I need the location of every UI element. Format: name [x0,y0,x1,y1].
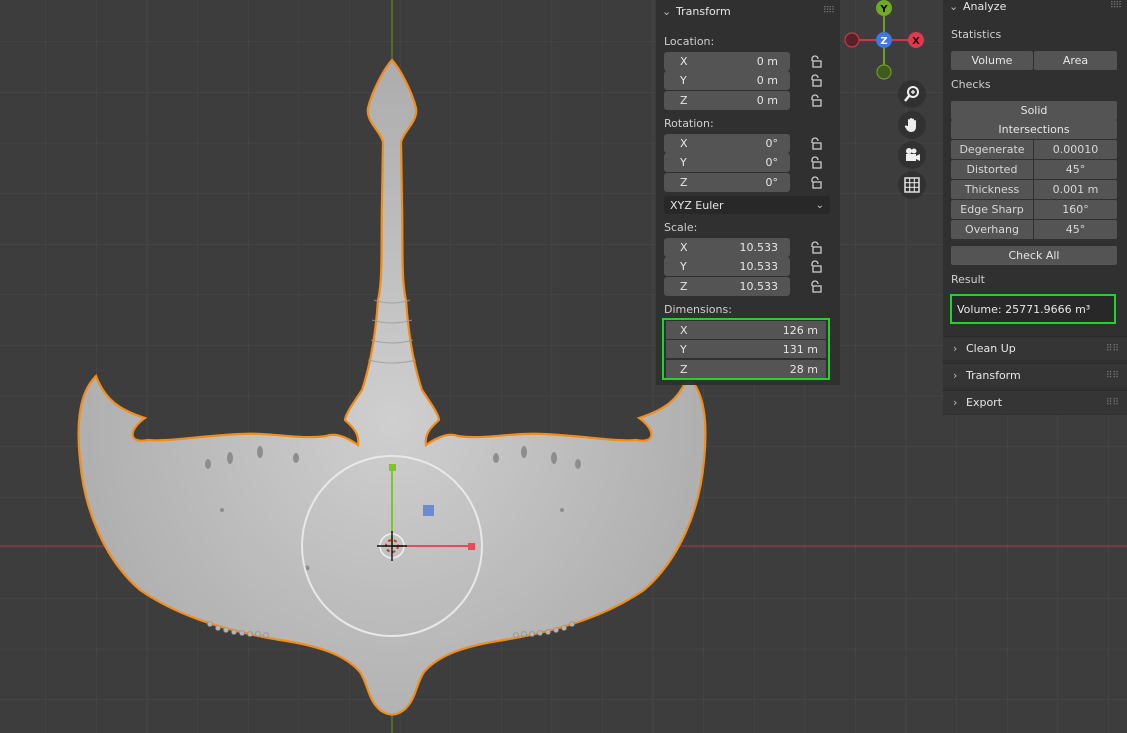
location-z-field[interactable]: Z0 m [664,91,790,110]
analyze-panel-title: Analyze [963,0,1007,13]
check-degenerate-row[interactable]: Degenerate 0.00010 [951,140,1117,159]
zoom-icon[interactable] [898,80,926,108]
rotation-mode-value: XYZ Euler [670,198,724,212]
gizmo-y-label: Y [879,4,888,15]
rotation-mode-dropdown[interactable]: XYZ Euler ⌄ [664,196,830,214]
analyze-panel: ⌄ Analyze ⠿⠿ Statistics Volume Area Chec… [943,0,1127,415]
area-button[interactable]: Area [1034,51,1117,70]
result-volume: Volume: 25771.9666 m³ [950,294,1116,324]
result-label: Result [951,273,985,286]
drag-grip-icon[interactable]: ⠿⠿ [823,6,835,16]
analyze-panel-header[interactable]: ⌄ Analyze ⠿⠿ [943,0,1127,13]
scale-label: Scale: [664,221,698,234]
subpanel-export[interactable]: › Export ⠿⠿ [943,390,1127,414]
drag-grip-icon[interactable]: ⠿⠿ [1110,1,1122,11]
rotation-y-field[interactable]: Y 0° [664,153,790,172]
pan-hand-icon[interactable] [898,111,926,139]
grid-icon[interactable] [898,171,926,199]
lock-icon[interactable] [808,55,822,68]
subpanel-transform[interactable]: › Transform ⠿⠿ [943,363,1127,387]
scale-x-field[interactable]: X 10.533 [664,238,790,257]
subpanel-clean-up[interactable]: › Clean Up ⠿⠿ [943,336,1127,360]
scale-y-field[interactable]: Y 10.533 [664,257,790,276]
drag-grip-icon[interactable]: ⠿⠿ [1106,398,1119,408]
dimensions-highlight: X 126 m Y 131 m Z 28 m [662,318,830,380]
chevron-down-icon: ⌄ [949,0,959,13]
drag-grip-icon[interactable]: ⠿⠿ [1106,371,1119,381]
dimension-x-field[interactable]: X 126 m [666,321,826,339]
chevron-right-icon: › [953,396,958,409]
location-label: Location: [664,35,715,48]
chevron-down-icon: ⌄ [662,4,672,18]
location-y-field[interactable]: Y0 m [664,71,790,90]
lock-icon[interactable] [808,176,822,189]
solid-button[interactable]: Solid [951,101,1117,120]
lock-icon[interactable] [808,260,822,273]
dimensions-label: Dimensions: [664,303,732,316]
chevron-down-icon: ⌄ [815,199,824,211]
check-thickness-row[interactable]: Thickness 0.001 m [951,180,1117,199]
rotation-x-field[interactable]: X 0° [664,134,790,153]
rotation-z-field[interactable]: Z 0° [664,173,790,192]
lock-icon[interactable] [808,137,822,150]
rotation-label: Rotation: [664,117,714,130]
check-edge-sharp-row[interactable]: Edge Sharp 160° [951,200,1117,219]
dimension-z-field[interactable]: Z 28 m [666,360,826,378]
checks-label: Checks [951,78,991,91]
transform-panel-title: Transform [676,4,731,18]
statistics-label: Statistics [951,28,1002,41]
check-distorted-row[interactable]: Distorted 45° [951,160,1117,179]
lock-icon[interactable] [808,94,822,107]
drag-grip-icon[interactable]: ⠿⠿ [1106,344,1119,354]
scale-z-field[interactable]: Z 10.533 [664,277,790,296]
chevron-right-icon: › [953,369,958,382]
navigation-gizmo[interactable]: Y Z X [840,0,930,85]
lock-icon[interactable] [808,74,822,87]
lock-icon[interactable] [808,156,822,169]
chevron-right-icon: › [953,342,958,355]
intersections-button[interactable]: Intersections [951,120,1117,139]
check-all-button[interactable]: Check All [951,246,1117,265]
lock-icon[interactable] [808,241,822,254]
transform-panel-header[interactable]: ⌄ Transform ⠿⠿ [656,0,840,22]
gizmo-x-label: X [912,36,920,47]
location-x-field[interactable]: X0 m [664,52,790,71]
transform-panel: ⌄ Transform ⠿⠿ Location: X0 m Y0 m Z0 m … [656,0,840,385]
volume-button[interactable]: Volume [951,51,1033,70]
dimension-y-field[interactable]: Y 131 m [666,340,826,358]
check-overhang-row[interactable]: Overhang 45° [951,220,1117,239]
lock-icon[interactable] [808,280,822,293]
gizmo-z-label: Z [880,36,887,47]
camera-icon[interactable] [898,141,926,169]
